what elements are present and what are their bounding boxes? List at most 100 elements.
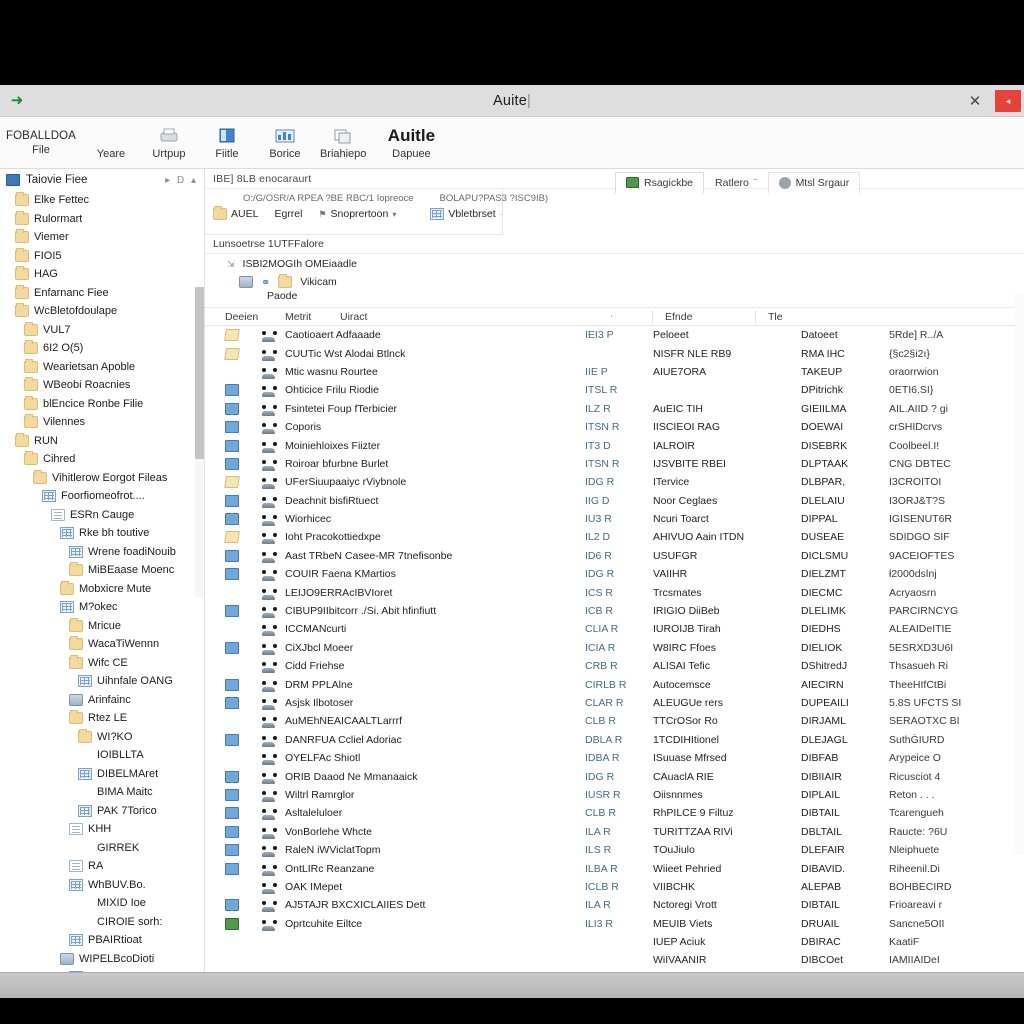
tab-rsagickbe[interactable]: Rsagickbe — [615, 171, 705, 193]
command-button-snoprertoon[interactable]: ⚑ Snoprertoon ▾ — [318, 208, 396, 220]
tree-item[interactable]: BIMA Maitc — [0, 783, 204, 802]
navigation-tree-pane[interactable]: Taiovie Fiee ▸ D ▴ Elke Fettec Rulormart V… — [0, 169, 205, 998]
tree-root-expand-glyph[interactable]: ▸ D ▴ — [165, 175, 198, 186]
ribbon-item-dapuee[interactable]: Auitle Dapuee — [372, 117, 450, 169]
tree-item[interactable]: Cihred — [0, 450, 204, 469]
tree-item[interactable]: DIBELMAret — [0, 765, 204, 784]
table-row[interactable]: WiIVAANIR DIBCOet IAMIIAIDeI — [205, 951, 1024, 969]
table-row[interactable]: Aast TRbeN Casee-MR 7tnefisonbe ID6 R USUF… — [205, 547, 1024, 565]
table-row[interactable]: CiXJbcl Moeer ICIA R W8IRC Ffoes DIELIOK 5ES… — [205, 639, 1024, 657]
table-row[interactable]: Moiniehloixes Fiizter IT3 D IALROIR DISEBRK… — [205, 436, 1024, 454]
table-row[interactable]: OAK IMepet ICLB R VIIBCHK ALEPAB BOHBECIRD — [205, 878, 1024, 896]
tree-item[interactable]: Vilennes — [0, 413, 204, 432]
table-row[interactable]: COUIR Faena KMartios IDG R VAIIHR DIELZMT ł2… — [205, 565, 1024, 583]
command-button-vbletbrset[interactable]: Vbletbrset · — [430, 208, 502, 220]
tree-item[interactable]: FIOI5 — [0, 247, 204, 266]
table-row[interactable]: AuMEhNEAICAALTLarrrf CLB R TTCrOSor Ro DIRJ… — [205, 712, 1024, 730]
column-headers[interactable]: Deeien Metrit Uiract ᐧ Efnde Tle — [205, 307, 1024, 326]
table-row[interactable]: DRM PPLAlne CIRLB R Autocemsce AIECIRN TheeH… — [205, 675, 1024, 693]
tree-item[interactable]: Arinfainc — [0, 691, 204, 710]
tree-item[interactable]: MiBEaase Moenc — [0, 561, 204, 580]
tree-item[interactable]: WacaTiWennn — [0, 635, 204, 654]
table-row[interactable]: VonBorlehe Whcte ILA R TURITTZAA RIVi DBLTA… — [205, 823, 1024, 841]
tree-item[interactable]: CIROIE sorh: — [0, 913, 204, 932]
tree-item[interactable]: WcBletofdoulape — [0, 302, 204, 321]
tree-item[interactable]: Elke Fettec — [0, 191, 204, 210]
tree-item[interactable]: IOIBLLTA — [0, 746, 204, 765]
tree-item[interactable]: PAK 7Torico — [0, 802, 204, 821]
tree-item[interactable]: Vihitlerow Eorgot Fileas — [0, 469, 204, 488]
table-row[interactable]: Oprtcuhite Eiltce ILI3 R MEUIB Viets DRUAIL… — [205, 915, 1024, 933]
tree-item[interactable]: WhBUV.Bo. — [0, 876, 204, 895]
command-button-egrrel[interactable]: Egrrel — [274, 208, 302, 220]
chevron-down-icon[interactable]: ˜ — [754, 178, 757, 187]
ribbon-item-borice[interactable]: Borice — [256, 117, 314, 169]
table-row[interactable]: Mtic wasnu Rourtee IIE P AIUE7ORA TAKEUP ora… — [205, 363, 1024, 381]
tree-item[interactable]: GIRREK — [0, 839, 204, 858]
tree-item[interactable]: HAG — [0, 265, 204, 284]
ribbon-item-briahiepo[interactable]: Briahiepo — [314, 117, 372, 169]
table-row[interactable]: Asjsk Ilbotoser CLAR R ALEUGUe rers DUPEAIL… — [205, 694, 1024, 712]
table-row[interactable]: RaleN iWViclatTopm ILS R TOuJiulo DLEFAIR Nl… — [205, 841, 1024, 859]
tree-item[interactable]: Rtez LE — [0, 709, 204, 728]
tree-item[interactable]: Wrene foadiNouib — [0, 543, 204, 562]
tree-item[interactable]: blEncice Ronbe Filie — [0, 395, 204, 414]
file-list[interactable]: ⇲ ISBI2MOGIh OMEiaadle ⚭ Vikicam Paode D… — [205, 254, 1024, 998]
breadcrumb[interactable]: ⇲ ISBI2MOGIh OMEiaadle — [205, 254, 1024, 272]
column-header-tle[interactable]: Tle — [756, 311, 1024, 323]
tree-item[interactable]: RUN — [0, 432, 204, 451]
inline-tree-row-1[interactable]: ⚭ Vikicam — [205, 272, 1024, 290]
ribbon-item-fiitle[interactable]: Fiitle — [198, 117, 256, 169]
inline-tree-row-2[interactable]: Paode — [205, 290, 1024, 307]
ribbon-item-yeare[interactable]: Yeare — [82, 117, 140, 169]
table-row[interactable]: ORIB Daaod Ne Mmanaaick IDG R CAuaclA RIE D… — [205, 767, 1024, 785]
table-row[interactable]: Caotioaert Adfaaade IEI3 P Peloeet Datoeet 5… — [205, 326, 1024, 344]
sort-indicator-icon[interactable]: ᐧ — [610, 311, 652, 323]
table-row[interactable]: Ohticice Frilu Riodie ITSL R DPitrichk 0ETI… — [205, 381, 1024, 399]
table-row[interactable]: ICCMANcurti CLIA R IUROIJB Tirah DIEDHS ALEA… — [205, 620, 1024, 638]
ribbon-item-urtpup[interactable]: Urtpup — [140, 117, 198, 169]
table-row[interactable]: Fsintetei Foup fTerbicier ILZ R AuEIC TIH G… — [205, 400, 1024, 418]
tree-item[interactable]: PBAIRtioat — [0, 931, 204, 950]
table-row[interactable]: Roiroar bfurbne Burlet ITSN R IJSVBITE RBE… — [205, 455, 1024, 473]
tree-item[interactable]: VUL7 — [0, 321, 204, 340]
tree-item[interactable]: Mricue — [0, 617, 204, 636]
tree-item[interactable]: M?okec — [0, 598, 204, 617]
tree-item[interactable]: Rulormart — [0, 210, 204, 229]
command-button-auel[interactable]: AUEL — [213, 206, 258, 220]
table-row[interactable]: OntLIRc Reanzane ILBA R Wiieet Pehried DIBA… — [205, 859, 1024, 877]
tree-item[interactable]: ESRn Cauge — [0, 506, 204, 525]
table-row[interactable]: Deachnit bisfiRtuect IIG D Noor Ceglaes DLE… — [205, 492, 1024, 510]
tree-item[interactable]: Viemer — [0, 228, 204, 247]
record-button[interactable]: ◂ — [995, 90, 1021, 112]
close-icon[interactable]: ✕ — [955, 85, 995, 117]
tree-item[interactable]: 6I2 O(5) — [0, 339, 204, 358]
tab-ratlero[interactable]: Ratlero ˜ — [704, 172, 768, 193]
table-row[interactable]: Asltaleluloer CLB R RhPILCE 9 Filtuz DIBTAI… — [205, 804, 1024, 822]
table-row[interactable]: AJ5TAJR BXCXICLAIIES Dett ILA R Nctoregi V… — [205, 896, 1024, 914]
table-row[interactable]: DANRFUA Ccliel Adoriac DBLA R 1TCDIHItione… — [205, 731, 1024, 749]
tree-scrollbar[interactable] — [195, 287, 204, 597]
ribbon-item-file[interactable]: FOBALLDOA File — [0, 117, 82, 169]
table-row[interactable]: Coporis ITSN R IISCIEOI RAG DOEWAI crSHIDcrv… — [205, 418, 1024, 436]
table-row[interactable]: IUEP Aciuk DBIRAC KaatiF — [205, 933, 1024, 951]
tree-item[interactable]: MIXID Ioe — [0, 894, 204, 913]
tree-item[interactable]: Enfarnanc Fiee — [0, 284, 204, 303]
list-scrollbar[interactable] — [1015, 294, 1024, 854]
column-header-uiract[interactable]: Uiract — [340, 311, 610, 323]
table-row[interactable]: UFerSiuupaaiyc rViybnole IDG R ITervice DLB… — [205, 473, 1024, 491]
table-row[interactable]: Cidd Friehse CRB R ALISAI Tefic DShitredJ Th… — [205, 657, 1024, 675]
table-row[interactable]: Wiorhicec IU3 R Ncuri Toarct DIPPAL IGISENUT… — [205, 510, 1024, 528]
chevron-down-icon[interactable]: ▾ — [392, 210, 396, 219]
column-header-deeien[interactable]: Deeien — [225, 311, 285, 323]
table-row[interactable]: Ioht Pracokottiedxpe IL2 D AHIVUO Aain ITD… — [205, 528, 1024, 546]
tree-item[interactable]: Mobxicre Mute — [0, 580, 204, 599]
table-row[interactable]: LEIJO9ERRAcIBVIoret ICS R Trcsmates DIECMC A… — [205, 583, 1024, 601]
tree-item[interactable]: WI?KO — [0, 728, 204, 747]
tree-item[interactable]: WBeobi Roacnies — [0, 376, 204, 395]
column-header-efnde[interactable]: Efnde — [653, 311, 755, 323]
tab-mtsl-srgaur[interactable]: Mtsl Srgaur — [767, 171, 861, 193]
tree-item[interactable]: Foorfiomeofrot.... — [0, 487, 204, 506]
tree-item[interactable]: Wifc CE — [0, 654, 204, 673]
tree-item[interactable]: WIPELBcoDioti — [0, 950, 204, 969]
